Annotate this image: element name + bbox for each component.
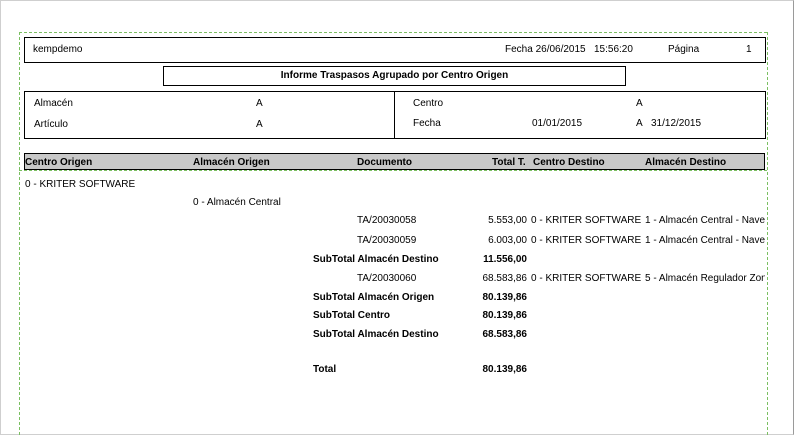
subtotal-almacen-origen-label: SubTotal Almacén Origen: [313, 292, 435, 303]
row-documento: TA/20030059: [357, 235, 417, 246]
row-centro-destino: 0 - KRITER SOFTWARE: [531, 273, 642, 284]
header-user: kempdemo: [33, 44, 83, 55]
filter-articulo-label: Artículo: [34, 119, 68, 130]
report-header-box: [24, 37, 766, 63]
margin-guide-top: [19, 32, 767, 33]
header-page-number: 1: [746, 44, 752, 55]
grand-total-label: Total: [313, 364, 337, 375]
row-total: 6.003,00: [488, 235, 527, 246]
row-total: 68.583,86: [482, 273, 528, 284]
subtotal-almacen-destino-value: 68.583,86: [482, 329, 528, 340]
row-almacen-destino: 1 - Almacén Central - Nave B: [645, 215, 765, 226]
filter-fecha-to: 31/12/2015: [651, 118, 702, 129]
filter-box: [24, 91, 766, 139]
column-almacen-origen: Almacén Origen: [193, 157, 270, 168]
subtotal-centro-label: SubTotal Centro: [313, 310, 391, 321]
column-total: Total T.: [492, 157, 526, 168]
column-centro-origen: Centro Origen: [25, 157, 93, 168]
header-date: Fecha 26/06/2015: [505, 44, 586, 55]
body-guide: [19, 170, 767, 171]
report-title: Informe Traspasos Agrupado por Centro Or…: [280, 70, 509, 81]
row-almacen-destino: 5 - Almacén Regulador Zona: [645, 273, 765, 284]
row-documento: TA/20030058: [357, 215, 417, 226]
filter-fecha-label: Fecha: [413, 118, 441, 129]
subtotal-centro-value: 80.139,86: [482, 310, 528, 321]
subtotal-almacen-destino-label: SubTotal Almacén Destino: [313, 329, 439, 340]
group-centro-origen: 0 - KRITER SOFTWARE: [25, 179, 136, 190]
column-centro-destino: Centro Destino: [533, 157, 605, 168]
column-documento: Documento: [357, 157, 412, 168]
filter-almacen-value: A: [256, 98, 263, 109]
row-almacen-destino: 1 - Almacén Central - Nave B: [645, 235, 765, 246]
row-centro-destino: 0 - KRITER SOFTWARE: [531, 215, 642, 226]
filter-articulo-value: A: [256, 119, 263, 130]
filter-centro-value: A: [636, 98, 643, 109]
subtotal-almacen-destino-label: SubTotal Almacén Destino: [313, 254, 439, 265]
row-total: 5.553,00: [488, 215, 527, 226]
filter-fecha-separator: A: [636, 118, 643, 129]
row-centro-destino: 0 - KRITER SOFTWARE: [531, 235, 642, 246]
header-page-label: Página: [668, 44, 700, 55]
filter-fecha-from: 01/01/2015: [532, 118, 583, 129]
subtotal-almacen-destino-value: 11.556,00: [483, 254, 527, 265]
subtotal-almacen-origen-value: 80.139,86: [482, 292, 528, 303]
row-documento: TA/20030060: [357, 273, 417, 284]
margin-guide-right: [767, 32, 768, 435]
header-time: 15:56:20: [594, 44, 633, 55]
margin-guide-left: [19, 32, 20, 435]
column-almacen-destino: Almacén Destino: [645, 157, 727, 168]
filter-divider: [394, 92, 395, 138]
group-almacen-origen: 0 - Almacén Central: [193, 197, 281, 208]
filter-centro-label: Centro: [413, 98, 444, 109]
filter-almacen-label: Almacén: [34, 98, 73, 109]
grand-total-value: 80.139,86: [482, 364, 528, 375]
